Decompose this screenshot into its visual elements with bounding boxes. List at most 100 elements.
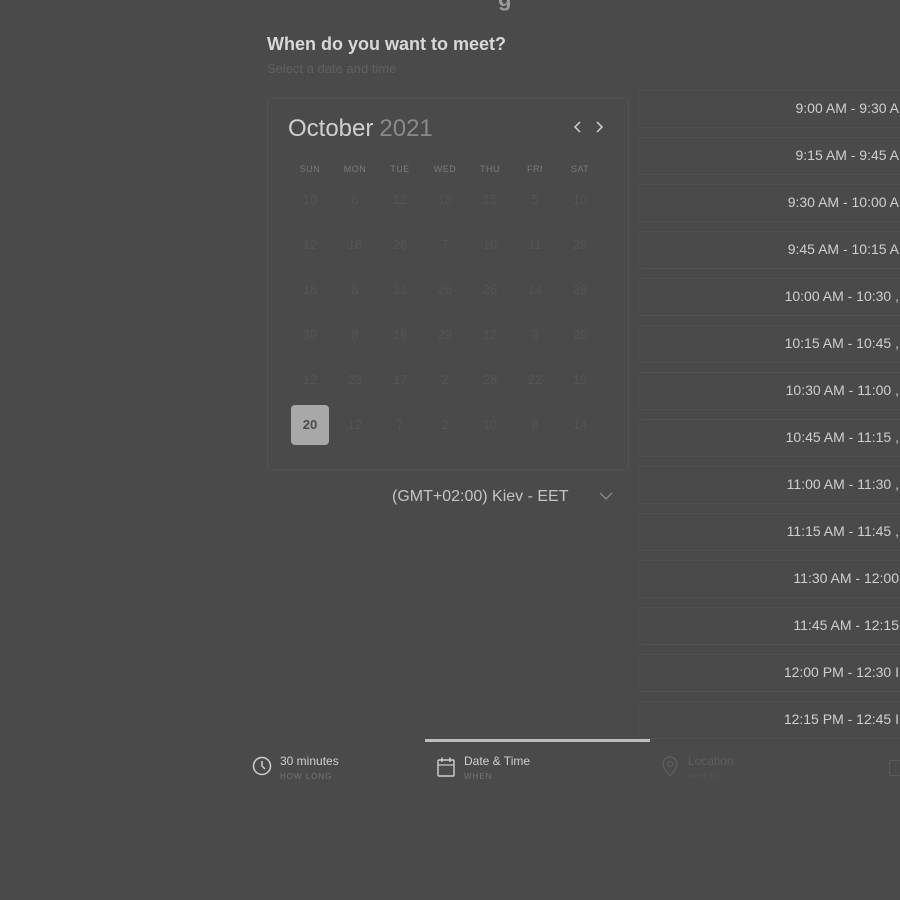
tab-date-time-subtitle: WHEN	[464, 772, 493, 781]
time-slot[interactable]: 9:45 AM - 10:15 A	[638, 231, 900, 269]
time-slot-label: 9:30 AM - 10:00 A	[787, 194, 899, 210]
calendar-day[interactable]: 2	[426, 360, 464, 400]
time-slot-label: 11:45 AM - 12:15	[793, 617, 899, 633]
calendar-day[interactable]: 18	[291, 270, 329, 310]
time-slot[interactable]: 10:45 AM - 11:15 ,	[638, 419, 900, 457]
calendar-day[interactable]: 12	[291, 225, 329, 265]
time-slot[interactable]: 11:15 AM - 11:45 ,	[638, 513, 900, 551]
calendar-day[interactable]: 7	[381, 405, 419, 445]
calendar-day[interactable]: 23	[336, 360, 374, 400]
calendar-month: October	[288, 115, 374, 142]
weekday-fri: FRI	[527, 164, 543, 174]
page-title-partial: g	[498, 0, 511, 12]
calendar-day[interactable]: 16	[381, 315, 419, 355]
time-slot-label: 10:30 AM - 11:00 ,	[785, 382, 899, 398]
time-slot-label: 9:15 AM - 9:45 A	[795, 147, 899, 163]
page-heading: When do you want to meet?	[267, 34, 506, 54]
calendar-icon	[437, 757, 455, 777]
time-slot[interactable]: 10:00 AM - 10:30 ,	[638, 278, 900, 316]
calendar-day[interactable]: 30	[291, 315, 329, 355]
calendar-day[interactable]: 12	[471, 315, 509, 355]
time-slot[interactable]: 9:15 AM - 9:45 A	[638, 137, 900, 175]
time-slot-label: 10:45 AM - 11:15 ,	[785, 429, 899, 445]
time-slot[interactable]: 9:00 AM - 9:30 A	[638, 90, 900, 128]
calendar-day[interactable]: 29	[561, 225, 599, 265]
time-slot[interactable]: 9:30 AM - 10:00 A	[638, 184, 900, 222]
calendar-day[interactable]: 12	[336, 405, 374, 445]
calendar-day[interactable]: 14	[516, 270, 554, 310]
calendar-day[interactable]: 7	[426, 225, 464, 265]
calendar-day[interactable]: 12	[291, 360, 329, 400]
calendar-day[interactable]: 15	[471, 180, 509, 220]
tab-location-title: Location	[688, 754, 734, 768]
chevron-down-icon	[599, 492, 613, 500]
time-slot[interactable]: 11:00 AM - 11:30 ,	[638, 466, 900, 504]
time-slot-label: 10:00 AM - 10:30 ,	[784, 288, 899, 304]
next-month-button[interactable]	[590, 117, 608, 139]
calendar-day[interactable]: 22	[516, 360, 554, 400]
calendar-day[interactable]: 20	[561, 315, 599, 355]
calendar-day[interactable]: 26	[471, 270, 509, 310]
calendar-day[interactable]: 19	[561, 360, 599, 400]
calendar-day[interactable]: 10	[471, 225, 509, 265]
time-slot-label: 10:15 AM - 10:45 ,	[784, 335, 899, 351]
time-slot[interactable]: 12:00 PM - 12:30 I	[638, 654, 900, 692]
weekday-wed: WED	[433, 164, 457, 174]
calendar-month-year: October 2021	[288, 115, 433, 143]
chevron-left-icon	[573, 121, 581, 133]
calendar-year: 2021	[379, 115, 433, 142]
calendar-day[interactable]: 8	[516, 405, 554, 445]
weekday-sun: SUN	[299, 164, 321, 174]
tab-duration-subtitle: HOW LONG	[280, 772, 333, 781]
calendar-day[interactable]: 17	[381, 360, 419, 400]
next-step-icon[interactable]	[889, 760, 900, 776]
calendar-day[interactable]: 12	[381, 180, 419, 220]
weekday-sat: SAT	[570, 164, 590, 174]
time-slot-label: 11:00 AM - 11:30 ,	[786, 476, 899, 492]
calendar-day[interactable]: 18	[336, 225, 374, 265]
calendar-day[interactable]: 29	[426, 315, 464, 355]
tab-duration-title: 30 minutes	[280, 754, 339, 768]
calendar-day[interactable]: 10	[291, 180, 329, 220]
selected-day[interactable]: 20	[291, 405, 329, 445]
weekday-thu: THU	[480, 164, 500, 174]
calendar-day[interactable]: 6	[336, 180, 374, 220]
timezone-value: (GMT+02:00) Kiev - EET	[392, 488, 569, 505]
calendar-day[interactable]: 3	[516, 315, 554, 355]
calendar-day[interactable]: 26	[426, 270, 464, 310]
calendar-day[interactable]: 28	[561, 270, 599, 310]
prev-month-button[interactable]	[569, 117, 587, 139]
weekday-tue: TUE	[390, 164, 410, 174]
time-slot[interactable]: 10:30 AM - 11:00 ,	[638, 372, 900, 410]
chevron-right-icon	[596, 121, 604, 133]
time-slot[interactable]: 11:30 AM - 12:00	[638, 560, 900, 598]
location-pin-icon	[662, 756, 678, 778]
time-slot-label: 12:15 PM - 12:45 I	[783, 711, 899, 727]
time-slot[interactable]: 12:15 PM - 12:45 I	[638, 701, 900, 739]
calendar-day[interactable]: 11	[516, 225, 554, 265]
calendar-day[interactable]: 18	[426, 180, 464, 220]
calendar-day[interactable]: 31	[381, 270, 419, 310]
tab-date-time-title: Date & Time	[464, 754, 531, 768]
time-slot-label: 11:30 AM - 12:00	[793, 570, 899, 586]
active-tab-indicator	[425, 739, 650, 742]
page-subheading: Select a date and time	[267, 61, 397, 76]
tab-location-subtitle: WHERE	[688, 772, 723, 781]
calendar-day[interactable]: 2	[426, 405, 464, 445]
time-slot-label: 9:45 AM - 10:15 A	[787, 241, 899, 257]
calendar-day[interactable]: 14	[561, 405, 599, 445]
timezone-select[interactable]: (GMT+02:00) Kiev - EET	[392, 486, 618, 510]
calendar-day[interactable]: 26	[381, 225, 419, 265]
calendar-day[interactable]: 8	[336, 315, 374, 355]
calendar-day[interactable]: 8	[336, 270, 374, 310]
time-slot-label: 11:15 AM - 11:45 ,	[786, 523, 899, 539]
time-slot-label: 12:00 PM - 12:30 I	[783, 664, 899, 680]
weekday-mon: MON	[343, 164, 367, 174]
calendar-day[interactable]: 10	[561, 180, 599, 220]
calendar-day[interactable]: 10	[471, 405, 509, 445]
time-slot[interactable]: 11:45 AM - 12:15	[638, 607, 900, 645]
calendar-day[interactable]: 28	[471, 360, 509, 400]
time-slot[interactable]: 10:15 AM - 10:45 ,	[638, 325, 900, 363]
calendar-day[interactable]: 5	[516, 180, 554, 220]
clock-icon	[252, 756, 272, 776]
